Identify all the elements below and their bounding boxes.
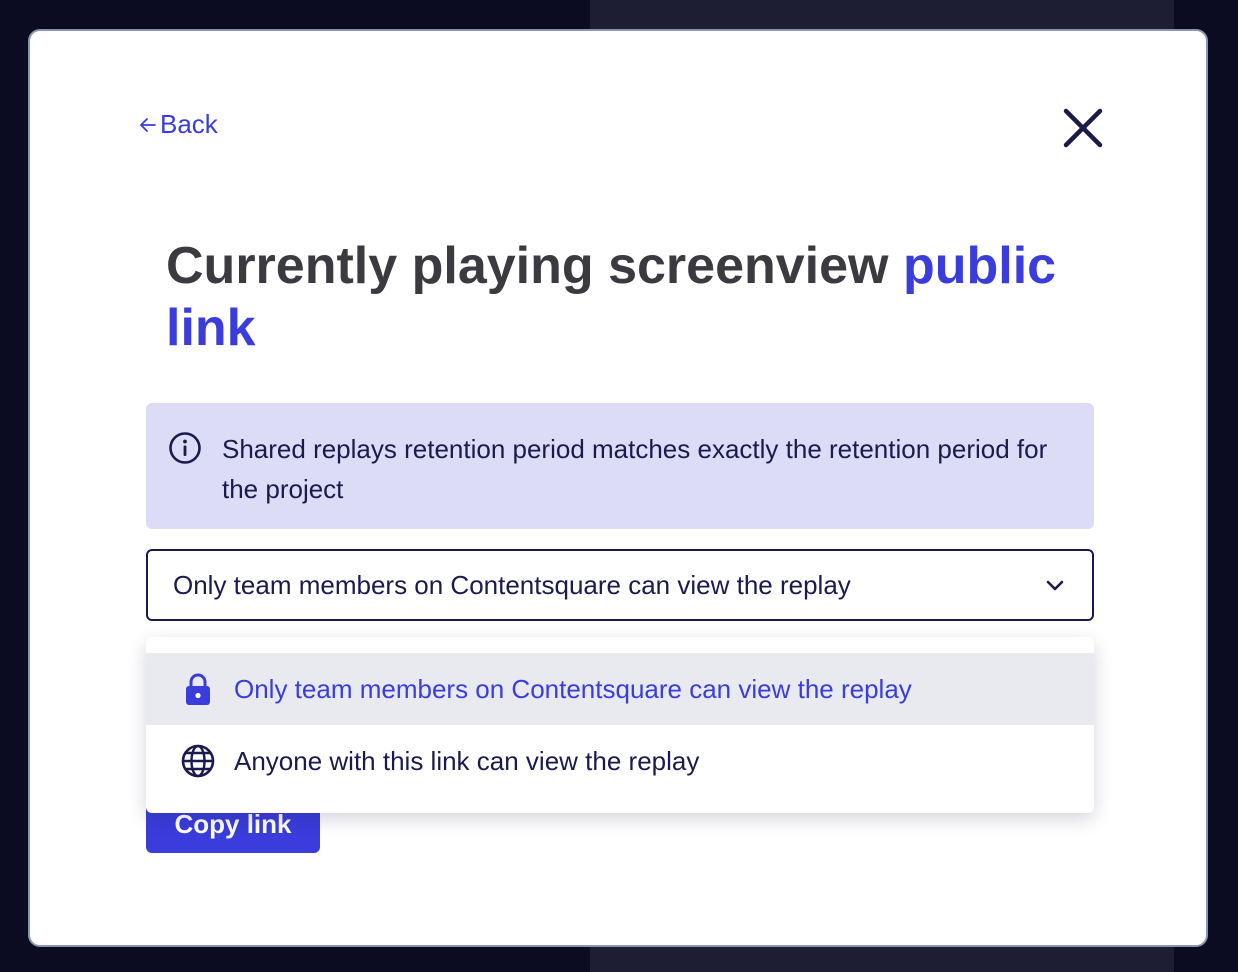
info-banner: Shared replays retention period matches …	[146, 403, 1094, 529]
page-title: Currently playing screenview public link	[166, 235, 1086, 359]
back-link[interactable]: Back	[138, 109, 218, 140]
info-text: Shared replays retention period matches …	[222, 434, 1048, 504]
share-modal: Back Currently playing screenview public…	[28, 29, 1208, 947]
select-value: Only team members on Contentsquare can v…	[173, 569, 851, 600]
visibility-dropdown: Only team members on Contentsquare can v…	[146, 637, 1094, 813]
close-icon[interactable]	[1060, 105, 1106, 151]
back-label: Back	[160, 109, 218, 139]
chevron-down-icon	[1046, 580, 1064, 591]
option-label: Only team members on Contentsquare can v…	[234, 673, 912, 704]
option-anyone-with-link[interactable]: Anyone with this link can view the repla…	[146, 725, 1094, 797]
globe-icon	[181, 744, 215, 778]
arrow-left-icon	[140, 117, 156, 132]
option-team-members[interactable]: Only team members on Contentsquare can v…	[146, 653, 1094, 725]
visibility-select[interactable]: Only team members on Contentsquare can v…	[146, 549, 1094, 621]
info-icon	[169, 432, 201, 464]
lock-icon	[186, 673, 210, 705]
title-main: Currently playing screenview	[166, 237, 889, 295]
option-label: Anyone with this link can view the repla…	[234, 745, 700, 776]
